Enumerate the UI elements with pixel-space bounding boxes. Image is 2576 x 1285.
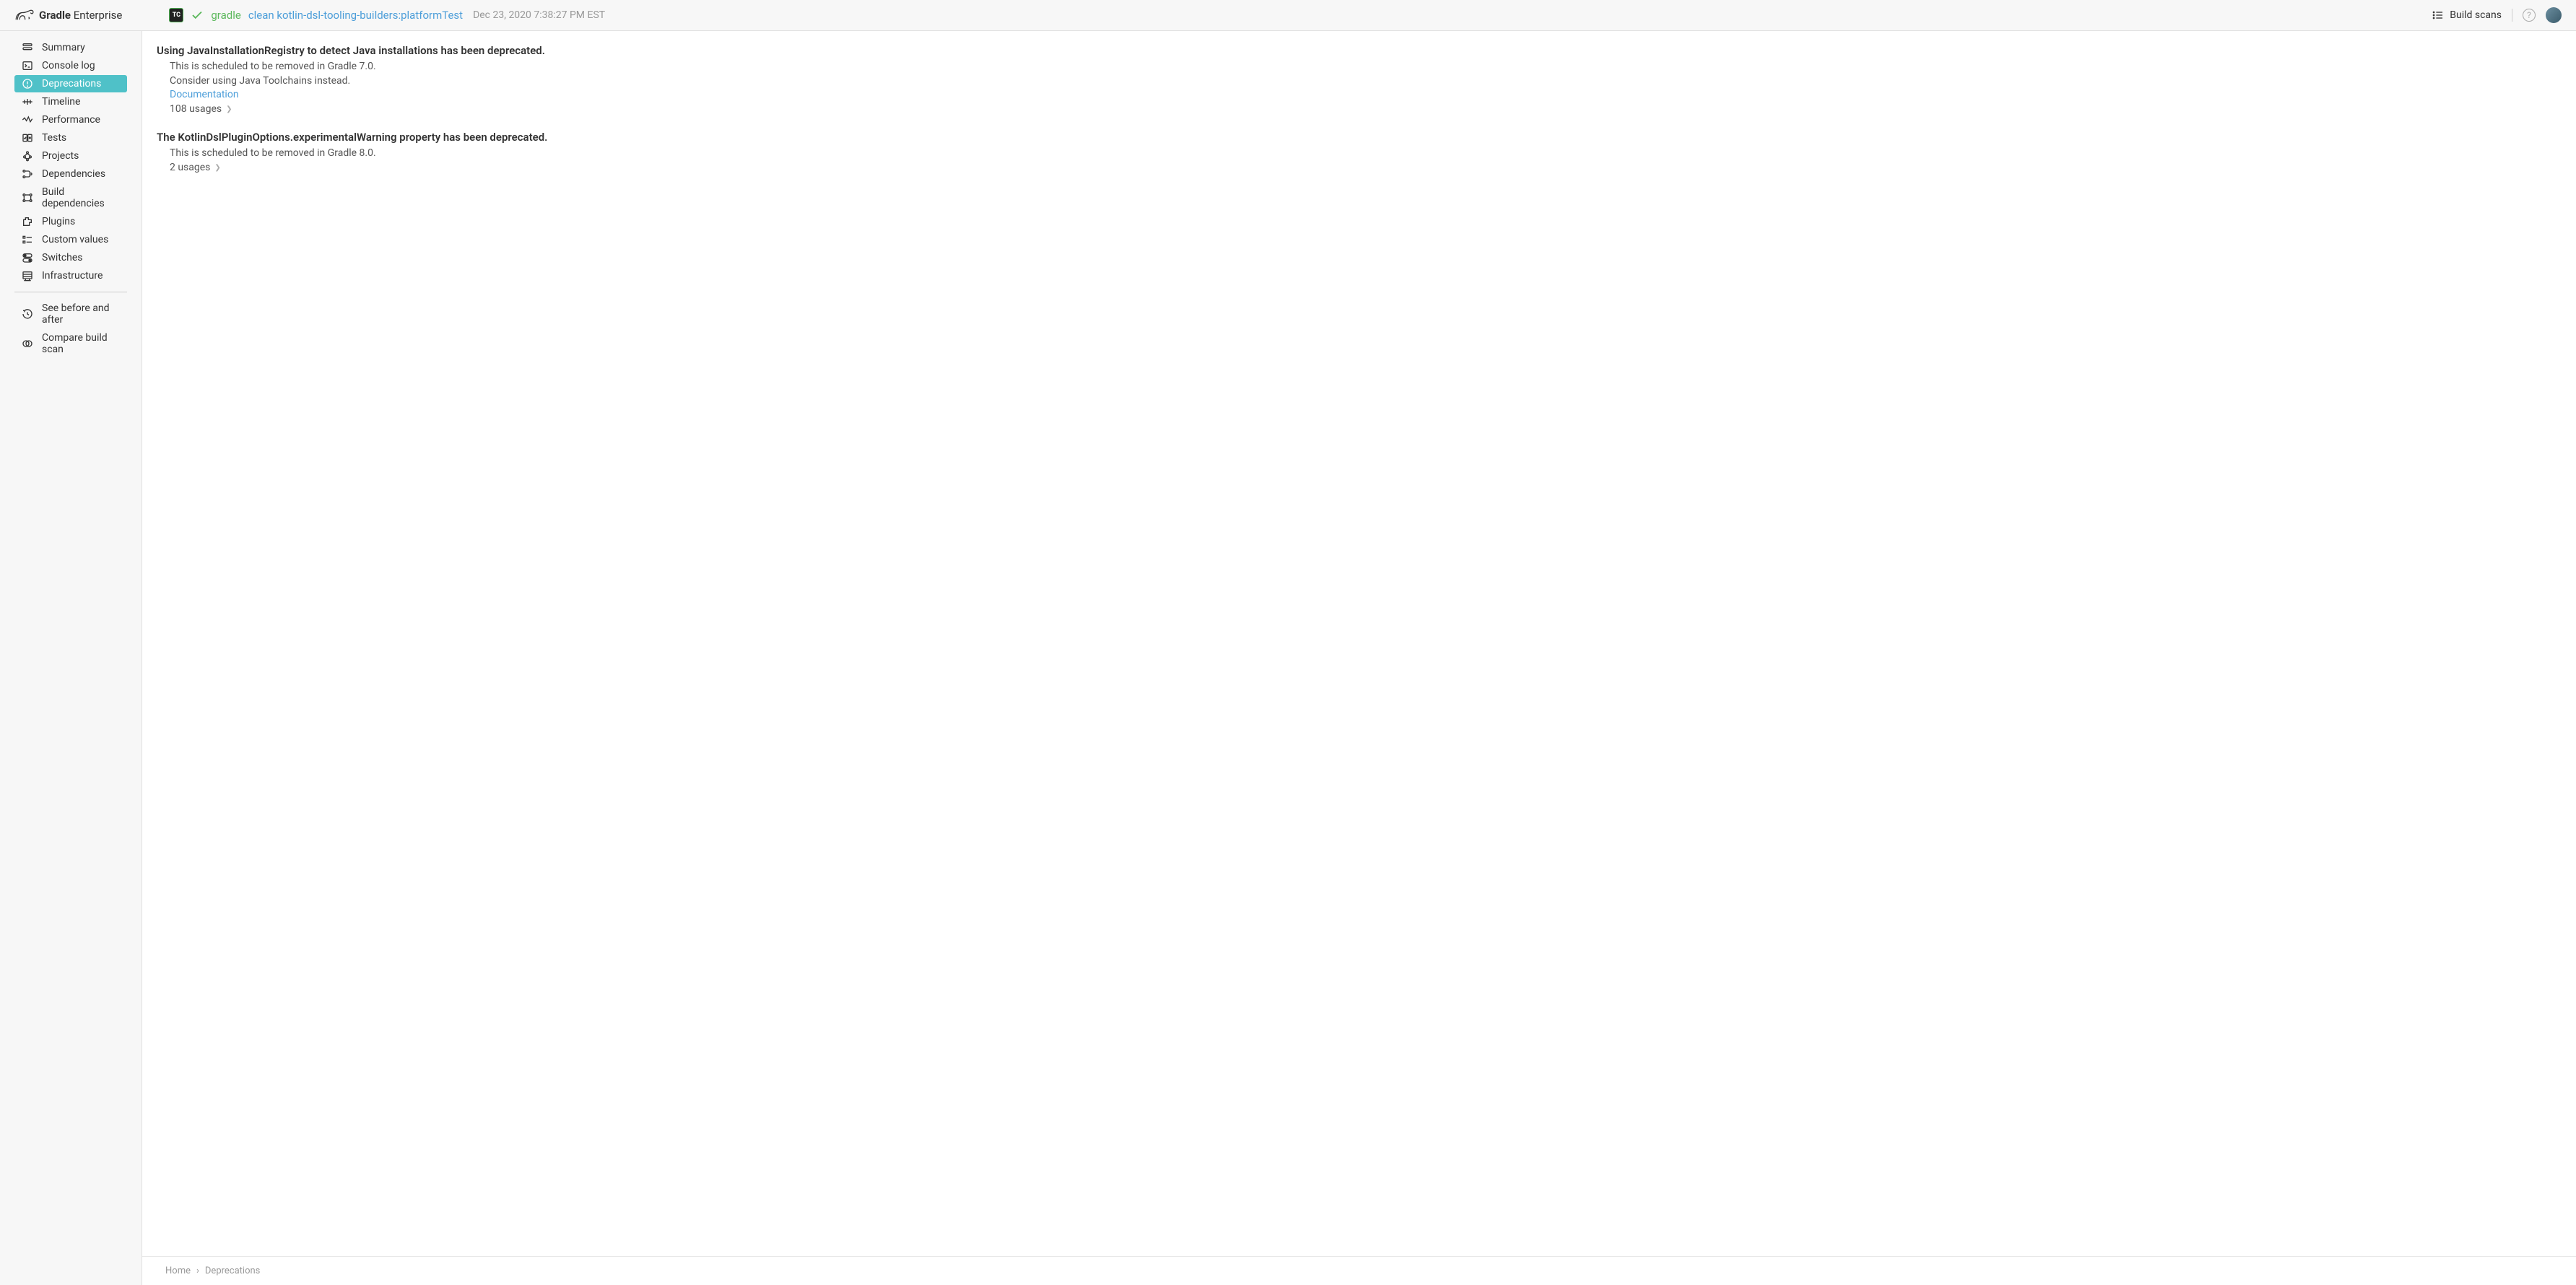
sidebar-item-projects[interactable]: Projects [14,147,127,165]
sidebar-label: Deprecations [42,78,101,90]
breadcrumb: Home › Deprecations [142,1256,2576,1285]
sidebar-item-tests[interactable]: Tests [14,129,127,147]
sidebar-item-performance[interactable]: Performance [14,111,127,128]
dependencies-icon [22,168,33,180]
plugins-icon [22,216,33,227]
sidebar-label: Timeline [42,96,80,108]
sidebar-label: Performance [42,114,100,126]
switches-icon [22,252,33,263]
deprecations-icon [22,78,33,90]
sidebar-label: Summary [42,42,85,53]
sidebar-label: Plugins [42,216,75,227]
help-icon[interactable]: ? [2523,9,2536,22]
logo-text: Gradle Enterprise [39,9,122,22]
build-scans-label: Build scans [2450,9,2502,21]
projects-icon [22,150,33,162]
sidebar-action-before-after[interactable]: See before and after [14,300,127,328]
usages-toggle[interactable]: 108 usages ❯ [170,103,2562,117]
build-task-label[interactable]: clean kotlin-dsl-tooling-builders:platfo… [248,9,463,22]
build-timestamp: Dec 23, 2020 7:38:27 PM EST [473,9,605,21]
chevron-right-icon: ❯ [214,163,220,173]
avatar[interactable] [2546,7,2562,23]
main-panel: Using JavaInstallationRegistry to detect… [142,31,2576,1285]
header-bar: Gradle Enterprise TC gradle clean kotlin… [0,0,2576,31]
sidebar-label: Console log [42,60,95,71]
sidebar-label: Infrastructure [42,270,103,282]
sidebar-item-custom-values[interactable]: Custom values [14,231,127,248]
deprecation-detail: This is scheduled to be removed in Gradl… [170,60,2562,74]
sidebar-label: Dependencies [42,168,105,180]
teamcity-badge-icon[interactable]: TC [169,8,183,22]
build-info: TC gradle clean kotlin-dsl-tooling-build… [169,8,605,22]
sidebar-label: Custom values [42,234,108,245]
deprecation-item: Using JavaInstallationRegistry to detect… [157,44,2562,116]
chevron-right-icon: ❯ [226,105,232,115]
usages-count: 108 usages [170,103,222,117]
sidebar-label: See before and after [42,302,120,326]
timeline-icon [22,96,33,108]
sidebar-label: Build dependencies [42,186,120,209]
compare-icon [22,338,33,349]
sidebar-label: Tests [42,132,66,144]
sidebar-item-summary[interactable]: Summary [14,39,127,56]
build-scans-link[interactable]: Build scans [2432,9,2502,21]
sidebar-item-deprecations[interactable]: Deprecations [14,75,127,92]
sidebar-item-plugins[interactable]: Plugins [14,213,127,230]
sidebar-item-dependencies[interactable]: Dependencies [14,165,127,183]
usages-count: 2 usages [170,161,210,175]
sidebar-label: Projects [42,150,79,162]
deprecations-content: Using JavaInstallationRegistry to detect… [142,31,2576,1256]
sidebar-action-compare[interactable]: Compare build scan [14,329,127,358]
custom-values-icon [22,234,33,245]
deprecation-item: The KotlinDslPluginOptions.experimentalW… [157,131,2562,175]
breadcrumb-current: Deprecations [205,1266,261,1276]
performance-icon [22,114,33,126]
summary-icon [22,42,33,53]
breadcrumb-home[interactable]: Home [165,1266,191,1276]
build-tool-label[interactable]: gradle [211,9,240,22]
documentation-link[interactable]: Documentation [170,89,239,100]
sidebar-item-switches[interactable]: Switches [14,249,127,266]
gradle-elephant-icon [14,9,35,22]
sidebar-item-build-dependencies[interactable]: Build dependencies [14,183,127,212]
usages-toggle[interactable]: 2 usages ❯ [170,161,2562,175]
deprecation-detail: This is scheduled to be removed in Gradl… [170,147,2562,161]
sidebar-label: Switches [42,252,83,263]
infrastructure-icon [22,270,33,282]
history-icon [22,308,33,320]
logo[interactable]: Gradle Enterprise [14,9,122,22]
deprecation-title: Using JavaInstallationRegistry to detect… [157,44,2562,57]
sidebar-label: Compare build scan [42,332,120,355]
check-icon [191,9,204,22]
deprecation-detail: Consider using Java Toolchains instead. [170,74,2562,89]
sidebar-item-console-log[interactable]: Console log [14,57,127,74]
tests-icon [22,132,33,144]
sidebar-item-infrastructure[interactable]: Infrastructure [14,267,127,284]
sidebar: Summary Console log Deprecations Timelin… [0,31,142,1285]
list-icon [2432,9,2444,21]
breadcrumb-separator: › [196,1266,199,1276]
sidebar-item-timeline[interactable]: Timeline [14,93,127,110]
build-dependencies-icon [22,192,33,204]
console-icon [22,60,33,71]
deprecation-title: The KotlinDslPluginOptions.experimentalW… [157,131,2562,144]
